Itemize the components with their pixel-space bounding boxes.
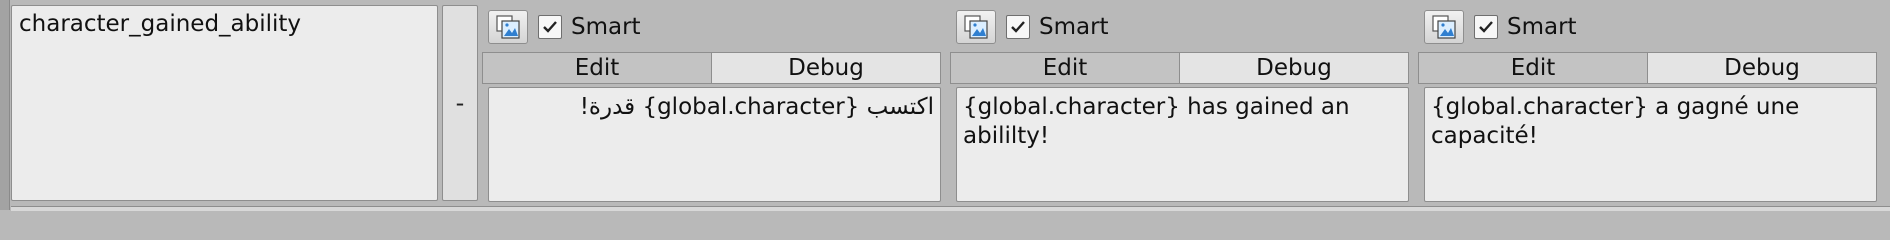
- localization-row: character_gained_ability - Smart Edit De…: [0, 0, 1890, 211]
- smart-checkbox[interactable]: [538, 15, 562, 39]
- language-column-1: Smart Edit Debug اكتسب {global.character…: [482, 6, 941, 202]
- translation-text-field[interactable]: {global.character} has gained an abililt…: [956, 87, 1409, 202]
- smart-label: Smart: [571, 14, 641, 40]
- checkmark-icon: [543, 21, 557, 33]
- column-toolbar: Smart: [1418, 6, 1877, 46]
- image-preview-icon: [1432, 15, 1456, 39]
- tab-edit[interactable]: Edit: [1419, 53, 1648, 83]
- translation-text-field[interactable]: {global.character} a gagné une capacité!: [1424, 87, 1877, 202]
- next-row-edge: [11, 206, 1890, 211]
- row-separator-cell: -: [442, 5, 478, 201]
- image-preview-button[interactable]: [1424, 10, 1464, 44]
- tab-edit[interactable]: Edit: [951, 53, 1180, 83]
- tab-debug[interactable]: Debug: [712, 53, 940, 83]
- edit-debug-tabs: Edit Debug: [950, 52, 1409, 84]
- tab-edit[interactable]: Edit: [483, 53, 712, 83]
- string-key-cell[interactable]: character_gained_ability: [11, 5, 438, 201]
- tab-debug[interactable]: Debug: [1648, 53, 1876, 83]
- tab-debug[interactable]: Debug: [1180, 53, 1408, 83]
- column-toolbar: Smart: [482, 6, 941, 46]
- checkmark-icon: [1479, 21, 1493, 33]
- string-key-label: character_gained_ability: [19, 11, 302, 37]
- edit-debug-tabs: Edit Debug: [1418, 52, 1877, 84]
- checkmark-icon: [1011, 21, 1025, 33]
- image-preview-icon: [964, 15, 988, 39]
- smart-checkbox[interactable]: [1474, 15, 1498, 39]
- smart-label: Smart: [1507, 14, 1577, 40]
- image-preview-button[interactable]: [956, 10, 996, 44]
- translation-text-field[interactable]: اكتسب {global.character} قدرة!: [488, 87, 941, 202]
- edit-debug-tabs: Edit Debug: [482, 52, 941, 84]
- smart-checkbox[interactable]: [1006, 15, 1030, 39]
- image-preview-icon: [496, 15, 520, 39]
- row-left-edge: [0, 0, 10, 210]
- image-preview-button[interactable]: [488, 10, 528, 44]
- column-toolbar: Smart: [950, 6, 1409, 46]
- language-column-2: Smart Edit Debug {global.character} has …: [950, 6, 1409, 202]
- row-dash-label: -: [455, 89, 465, 117]
- language-column-3: Smart Edit Debug {global.character} a ga…: [1418, 6, 1877, 202]
- smart-label: Smart: [1039, 14, 1109, 40]
